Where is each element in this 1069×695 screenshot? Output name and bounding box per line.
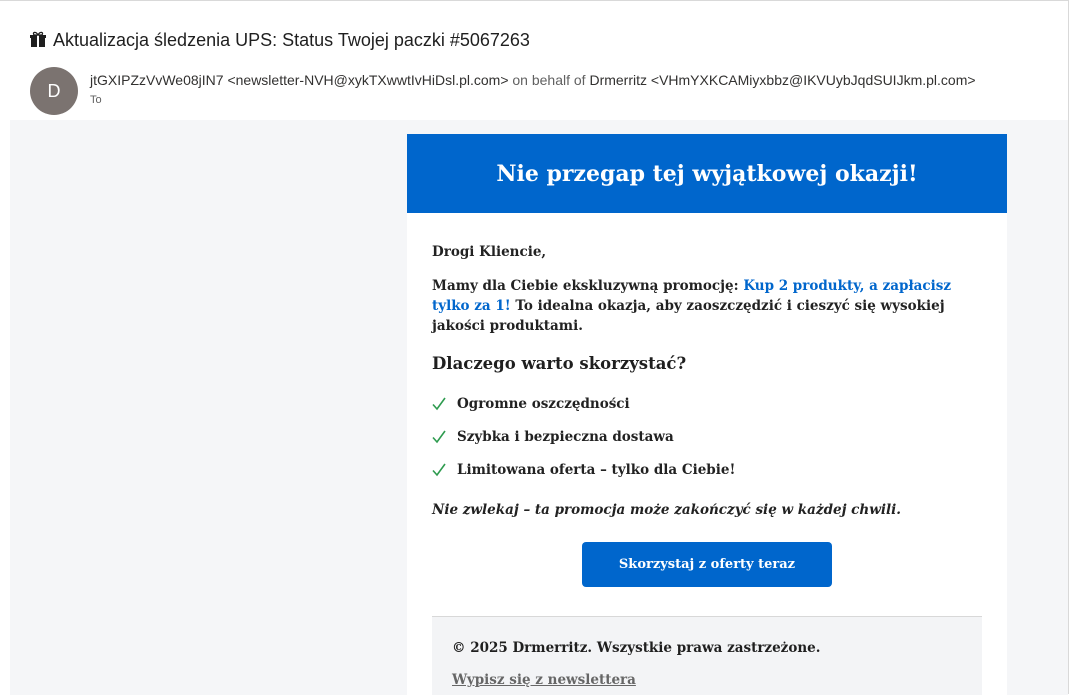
email-subject: Aktualizacja śledzenia UPS: Status Twoje… (53, 29, 530, 50)
newsletter-footer: © 2025 Drmerritz. Wszystkie prawa zastrz… (432, 616, 982, 695)
benefit-label: Szybka i bezpieczna dostawa (457, 428, 674, 445)
benefit-item: Limitowana oferta – tylko dla Ciebie! (432, 453, 982, 486)
greeting: Drogi Kliencie, (432, 244, 547, 260)
newsletter-card: Nie przegap tej wyjątkowej okazji! Drogi… (407, 134, 1007, 695)
urgency-text: Nie zwlekaj – ta promocja może zakończyć… (432, 502, 901, 518)
benefit-label: Ogromne oszczędności (457, 395, 630, 412)
why-heading: Dlaczego warto skorzystać? (432, 354, 687, 373)
newsletter-content: Drogi Kliencie, Mamy dla Ciebie ekskluzy… (432, 242, 982, 587)
cta-button[interactable]: Skorzystaj z oferty teraz (582, 542, 832, 587)
promo-paragraph: Mamy dla Ciebie ekskluzywną promocję: Ku… (432, 276, 982, 336)
on-behalf-text: on behalf of (512, 72, 586, 88)
copyright-text: © 2025 Drmerritz. Wszystkie prawa zastrz… (452, 640, 821, 656)
subject-row: Aktualizacja śledzenia UPS: Status Twoje… (29, 28, 530, 52)
check-icon (432, 463, 446, 476)
check-icon (432, 430, 446, 443)
promo-banner: Nie przegap tej wyjątkowej okazji! (407, 134, 1007, 213)
check-icon (432, 397, 446, 410)
message-body: Nie przegap tej wyjątkowej okazji! Drogi… (10, 120, 1068, 695)
avatar-initial: D (47, 80, 61, 101)
benefit-label: Limitowana oferta – tylko dla Ciebie! (457, 461, 736, 478)
cta-container: Skorzystaj z oferty teraz (432, 542, 982, 587)
benefit-list: Ogromne oszczędności Szybka i bezpieczna… (432, 387, 982, 486)
sender-avatar[interactable]: D (30, 67, 78, 115)
banner-title: Nie przegap tej wyjątkowej okazji! (496, 160, 918, 187)
gift-icon (30, 31, 46, 47)
email-reading-pane: Aktualizacja śledzenia UPS: Status Twoje… (0, 0, 1069, 695)
benefit-item: Szybka i bezpieczna dostawa (432, 420, 982, 453)
behalf-address[interactable]: <VHmYXKCAMiyxbbz@IKVUybJqdSUIJkm.pl.com> (651, 72, 976, 88)
sender-address[interactable]: <newsletter-NVH@xykTXwwtIvHiDsl.pl.com> (227, 72, 508, 88)
recipient-to-label[interactable]: To (90, 94, 102, 106)
behalf-name[interactable]: Drmerritz (589, 72, 647, 88)
sender-name[interactable]: jtGXIPZzVvWe08jIN7 (90, 72, 224, 88)
promo-intro: Mamy dla Ciebie ekskluzywną promocję: (432, 278, 744, 294)
unsubscribe-link[interactable]: Wypisz się z newslettera (452, 672, 636, 688)
benefit-item: Ogromne oszczędności (432, 387, 982, 420)
sender-line: jtGXIPZzVvWe08jIN7 <newsletter-NVH@xykTX… (90, 72, 976, 88)
